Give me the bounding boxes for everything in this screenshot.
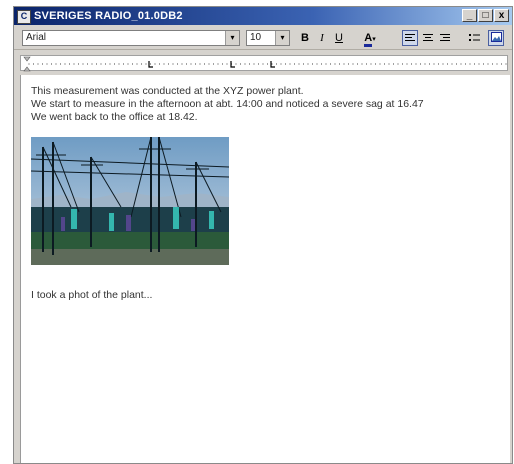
italic-button[interactable]: I: [314, 30, 330, 46]
tab-stop-marker[interactable]: [148, 61, 153, 68]
font-size-value: 10: [250, 32, 262, 43]
tab-stop-marker[interactable]: [230, 61, 235, 68]
align-left-button[interactable]: [402, 30, 418, 46]
font-select[interactable]: Arial ▾: [22, 30, 240, 46]
document-body[interactable]: This measurement was conducted at the XY…: [20, 75, 510, 463]
power-plant-image: [31, 137, 229, 265]
font-select-value: Arial: [26, 32, 47, 43]
tab-stop-marker[interactable]: [270, 61, 275, 68]
align-right-button[interactable]: [437, 30, 453, 46]
align-center-button[interactable]: [420, 30, 436, 46]
underline-button[interactable]: U: [331, 30, 347, 46]
maximize-button[interactable]: □: [478, 9, 493, 22]
image-caption: I took a phot of the plant...: [31, 289, 153, 301]
insert-image-icon: [490, 32, 502, 42]
document-line: This measurement was conducted at the XY…: [31, 85, 304, 97]
bullet-list-button[interactable]: [466, 30, 482, 46]
bullet-list-icon: [468, 34, 480, 41]
bold-button[interactable]: B: [297, 30, 313, 46]
align-right-icon: [440, 34, 450, 41]
font-dropdown-arrow-icon[interactable]: ▾: [225, 31, 239, 45]
align-center-icon: [423, 34, 433, 41]
ruler-ticks: [23, 56, 507, 72]
ruler[interactable]: [20, 55, 508, 72]
document-line: We went back to the office at 18.42.: [31, 111, 198, 123]
document-line: We start to measure in the afternoon at …: [31, 98, 424, 110]
font-color-button[interactable]: A▾: [358, 30, 382, 47]
formatting-toolbar: Arial ▾ 10 ▾ B I U A▾: [14, 27, 512, 50]
minimize-button[interactable]: _: [462, 9, 477, 22]
insert-image-button[interactable]: [488, 30, 504, 46]
document-app-icon[interactable]: C: [17, 10, 31, 24]
font-size-select[interactable]: 10 ▾: [246, 30, 290, 46]
title-bar[interactable]: C SVERIGES RADIO_01.0DB2 _ □ x: [14, 7, 512, 25]
editor-window: C SVERIGES RADIO_01.0DB2 _ □ x Arial ▾ 1…: [13, 6, 513, 464]
align-left-icon: [405, 34, 415, 41]
window-title: SVERIGES RADIO_01.0DB2: [34, 10, 183, 22]
size-dropdown-arrow-icon[interactable]: ▾: [275, 31, 289, 45]
power-plant-photo[interactable]: [31, 137, 229, 265]
font-color-dropdown-icon: ▾: [372, 36, 376, 43]
close-button[interactable]: x: [494, 9, 509, 22]
